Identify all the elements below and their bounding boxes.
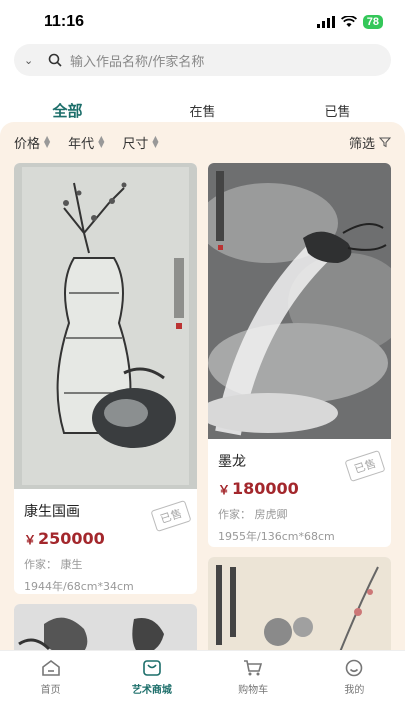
battery-indicator: 78 bbox=[362, 15, 383, 29]
artwork-card[interactable]: 墨龙 ￥ 180000 作家： 房虎卿 1955年/136cm*68cm 已售 bbox=[208, 163, 391, 547]
tabbar-mall-label: 艺术商城 bbox=[131, 685, 172, 696]
artwork-info: 康生国画 ￥ 250000 作家： 康生 1944年/68cm*34cm 已售 bbox=[14, 493, 197, 594]
sort-arrows-icon: ▲ ▼ bbox=[44, 134, 51, 149]
tabbar-home[interactable]: 首页 bbox=[0, 651, 101, 720]
status-time: 11:16 bbox=[44, 13, 85, 30]
home-icon bbox=[41, 660, 60, 676]
price-value: 180000 bbox=[232, 479, 299, 498]
status-bar: 11:16 78 bbox=[0, 0, 405, 44]
artwork-artist: 作家： 康生 bbox=[24, 558, 83, 571]
tab-all[interactable]: 全部 bbox=[0, 100, 135, 121]
artwork-price: ￥ 180000 bbox=[218, 479, 381, 498]
sort-price-label: 价格 bbox=[14, 136, 41, 152]
cart-icon bbox=[244, 660, 263, 676]
signal-icon bbox=[316, 16, 335, 28]
search-input[interactable]: 输入作品名称/作家名称 bbox=[70, 51, 204, 70]
filter-label: 筛选 bbox=[348, 136, 375, 152]
currency-symbol: ￥ bbox=[24, 533, 37, 547]
chevron-down-icon[interactable]: ⌄ bbox=[24, 54, 44, 67]
status-icons: 78 bbox=[316, 15, 383, 29]
filter-button[interactable]: 筛选 bbox=[349, 133, 391, 152]
price-value: 250000 bbox=[38, 529, 105, 548]
artwork-card[interactable] bbox=[208, 557, 391, 664]
sort-arrows-icon: ▲ ▼ bbox=[98, 134, 105, 149]
artwork-image bbox=[208, 557, 391, 664]
artwork-details: 1944年/68cm*34cm bbox=[24, 580, 134, 593]
tabbar-home-label: 首页 bbox=[40, 685, 61, 696]
search-bar[interactable]: ⌄ 输入作品名称/作家名称 bbox=[14, 44, 391, 76]
artwork-artist: 作家： 房虎卿 bbox=[218, 508, 288, 521]
tab-on-sale[interactable]: 在售 bbox=[135, 101, 270, 120]
sort-arrows-icon: ▲ ▼ bbox=[152, 134, 159, 149]
artwork-info: 墨龙 ￥ 180000 作家： 房虎卿 1955年/136cm*68cm 已售 bbox=[208, 443, 391, 547]
tabbar-mall[interactable]: 艺术商城 bbox=[101, 651, 202, 720]
sort-size[interactable]: 尺寸 ▲ ▼ bbox=[122, 133, 158, 152]
artwork-price: ￥ 250000 bbox=[24, 529, 187, 548]
sort-era[interactable]: 年代 ▲ ▼ bbox=[68, 133, 104, 152]
bottom-tab-bar: 首页 艺术商城 购物车 我的 bbox=[0, 650, 405, 720]
artwork-card[interactable]: 康生国画 ￥ 250000 作家： 康生 1944年/68cm*34cm 已售 bbox=[14, 163, 197, 594]
search-icon bbox=[44, 50, 66, 70]
currency-symbol: ￥ bbox=[218, 483, 231, 497]
sort-price[interactable]: 价格 ▲ ▼ bbox=[14, 133, 50, 152]
artwork-details: 1955年/136cm*68cm bbox=[218, 530, 335, 543]
tabbar-profile[interactable]: 我的 bbox=[304, 651, 405, 720]
tabbar-cart[interactable]: 购物车 bbox=[203, 651, 304, 720]
wifi-icon bbox=[340, 16, 357, 27]
sort-era-label: 年代 bbox=[68, 136, 95, 152]
filter-icon bbox=[379, 137, 391, 148]
tabbar-profile-label: 我的 bbox=[344, 685, 365, 696]
mall-icon bbox=[143, 660, 161, 676]
filter-row: 价格 ▲ ▼ 年代 ▲ ▼ 尺寸 ▲ ▼ 筛选 bbox=[0, 126, 405, 158]
tabbar-cart-label: 购物车 bbox=[238, 685, 269, 696]
profile-icon bbox=[346, 659, 363, 677]
tab-sold[interactable]: 已售 bbox=[270, 101, 405, 120]
artwork-image bbox=[208, 163, 391, 439]
artwork-image bbox=[14, 163, 197, 489]
sort-size-label: 尺寸 bbox=[122, 136, 149, 152]
